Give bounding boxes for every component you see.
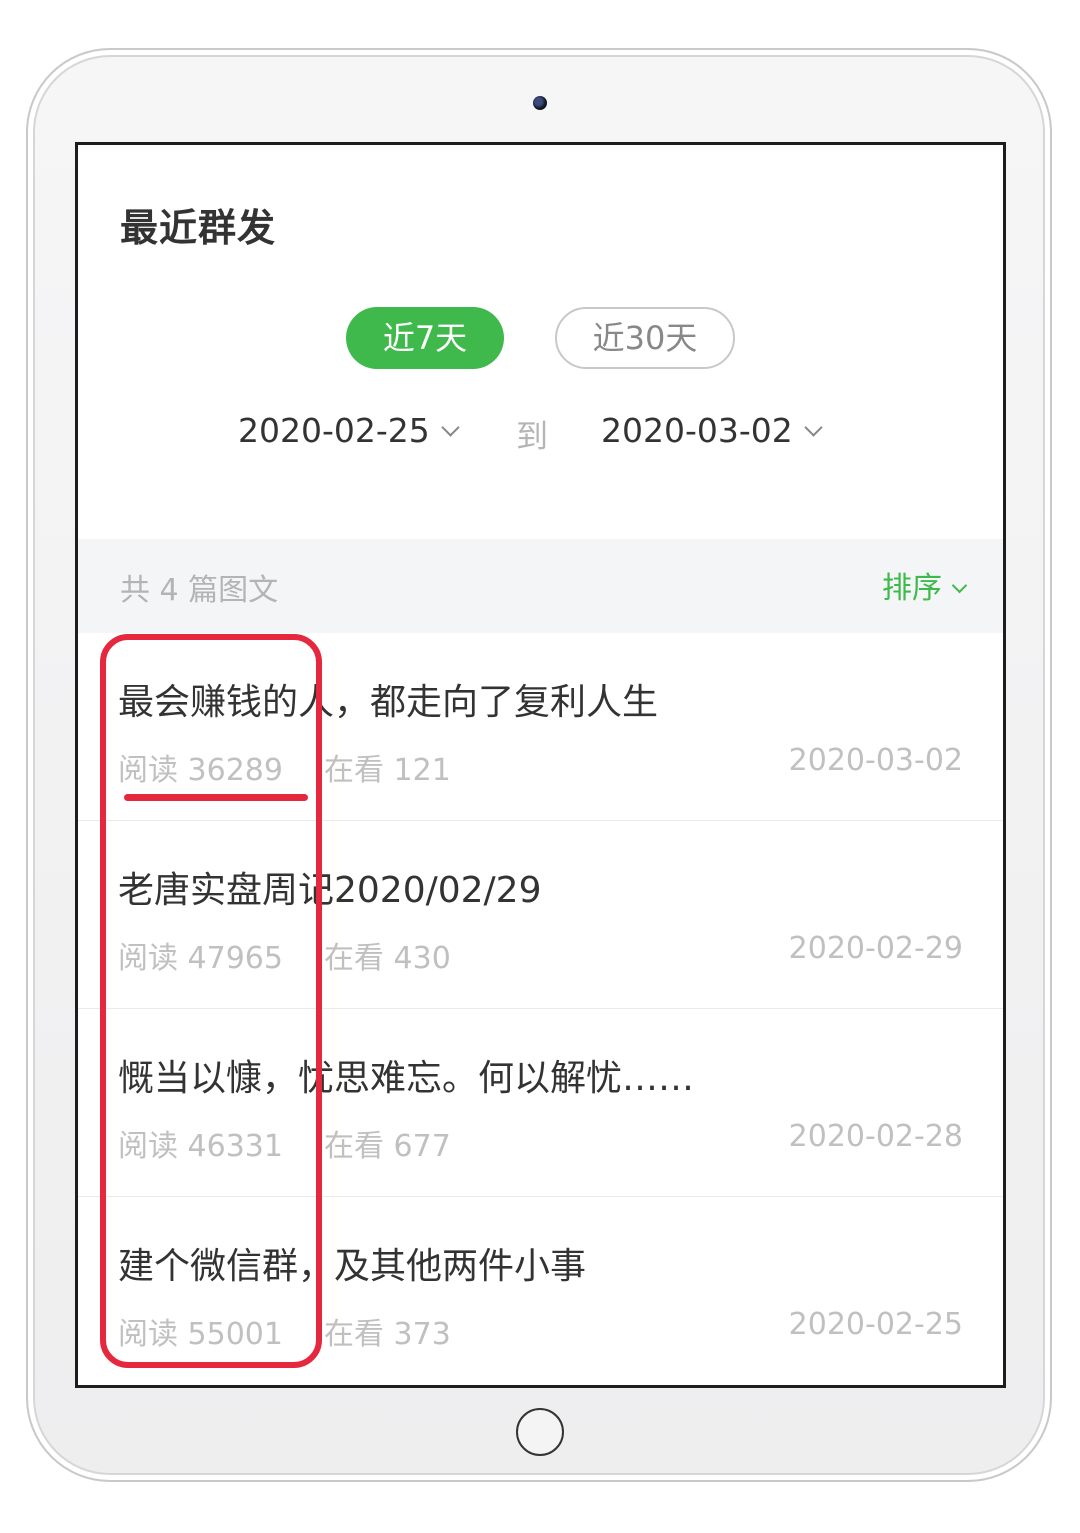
- article-read-count: 阅读 47965: [118, 941, 283, 976]
- article-title: 最会赚钱的人，都走向了复利人生: [118, 682, 659, 723]
- article-watching-count: 在看 373: [324, 1317, 451, 1352]
- chevron-down-icon: [951, 577, 968, 594]
- summary-bar: 共 4 篇图文 排序: [78, 539, 1003, 633]
- article-read-count: 阅读 55001: [118, 1317, 283, 1352]
- end-date-picker[interactable]: 2020-03-02: [601, 411, 823, 450]
- article-row[interactable]: 老唐实盘周记2020/02/29 阅读 47965 在看 430 2020-02…: [78, 821, 1003, 1009]
- article-read-count: 阅读 46331: [118, 1129, 283, 1164]
- article-watching-count: 在看 430: [324, 941, 451, 976]
- range-7-days-button[interactable]: 近7天: [346, 307, 504, 369]
- camera-icon: [533, 96, 547, 110]
- article-title: 老唐实盘周记2020/02/29: [118, 870, 542, 911]
- sort-button[interactable]: 排序: [882, 563, 968, 607]
- article-date: 2020-03-02: [788, 743, 963, 778]
- article-row[interactable]: 建个微信群，及其他两件小事 阅读 55001 在看 373 2020-02-25: [78, 1197, 1003, 1385]
- article-row[interactable]: 慨当以慷，忧思难忘。何以解忧…… 阅读 46331 在看 677 2020-02…: [78, 1009, 1003, 1197]
- page: 最近群发 近7天 近30天 2020-02-25 到 2020-03-02 共 …: [0, 0, 1080, 1533]
- article-date: 2020-02-25: [788, 1307, 963, 1342]
- range-30-days-button[interactable]: 近30天: [555, 307, 735, 369]
- page-title: 最近群发: [120, 206, 277, 250]
- home-button[interactable]: [516, 1408, 564, 1456]
- date-separator: 到: [516, 417, 549, 455]
- start-date-picker[interactable]: 2020-02-25: [238, 411, 460, 450]
- chevron-down-icon: [804, 418, 823, 437]
- article-watching-count: 在看 121: [324, 753, 451, 788]
- article-date: 2020-02-29: [788, 931, 963, 966]
- article-read-count: 阅读 36289: [118, 753, 283, 788]
- article-watching-count: 在看 677: [324, 1129, 451, 1164]
- start-date-value: 2020-02-25: [238, 411, 430, 450]
- article-count: 共 4 篇图文: [120, 573, 279, 608]
- article-title: 慨当以慷，忧思难忘。何以解忧……: [118, 1058, 695, 1099]
- article-date: 2020-02-28: [788, 1119, 963, 1154]
- article-title: 建个微信群，及其他两件小事: [118, 1246, 587, 1287]
- article-list: 最会赚钱的人，都走向了复利人生 阅读 36289 在看 121 2020-03-…: [78, 633, 1003, 1385]
- article-row[interactable]: 最会赚钱的人，都走向了复利人生 阅读 36289 在看 121 2020-03-…: [78, 633, 1003, 821]
- end-date-value: 2020-03-02: [601, 411, 793, 450]
- chevron-down-icon: [441, 418, 460, 437]
- app-screen: 最近群发 近7天 近30天 2020-02-25 到 2020-03-02 共 …: [75, 142, 1006, 1388]
- sort-label: 排序: [882, 571, 942, 606]
